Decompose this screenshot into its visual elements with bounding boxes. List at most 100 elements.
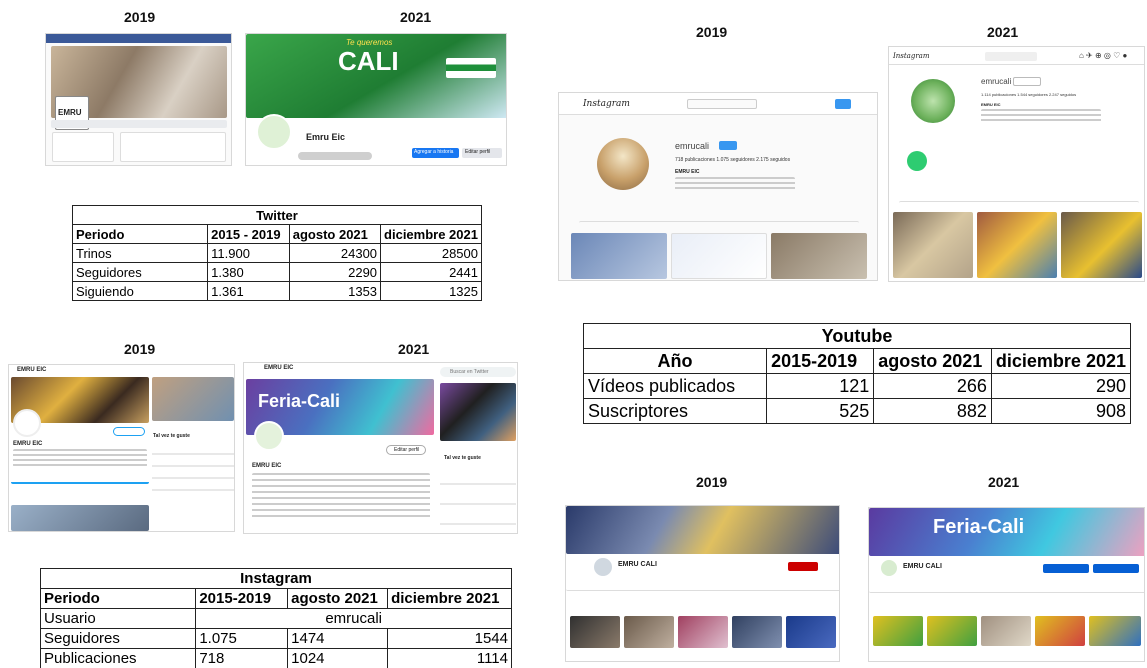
youtube-customize-button[interactable] <box>1043 564 1089 573</box>
table-cell: 2441 <box>380 262 482 282</box>
twitter-2019-suggestions <box>152 443 234 493</box>
table-cell: 1353 <box>288 281 382 301</box>
instagram-2019-tabs <box>579 221 859 229</box>
table-header-cell: 2015-2019 <box>195 588 289 609</box>
instagram-2021-post-2 <box>977 212 1057 278</box>
twitter-2021-search-placeholder: Buscar en Twitter <box>450 369 489 375</box>
instagram-2019-username: emrucali <box>675 141 710 151</box>
twitter-2021-screenshot: EMRU EIC Feria-Cali Editar perfil EMRU E… <box>243 362 518 534</box>
table-cell: 525 <box>766 398 875 424</box>
table-cell: Siguiendo <box>71 281 209 301</box>
table-row: Usuario emrucali <box>39 608 512 629</box>
youtube-manage-button[interactable] <box>1093 564 1139 573</box>
youtube-2021-screenshot: Feria-Cali EMRU CALI <box>868 507 1145 662</box>
youtube-2021-avatar <box>881 560 897 576</box>
table-row: Siguiendo 1.361 1353 1325 <box>71 281 482 301</box>
year-label-facebook-2019: 2019 <box>124 9 156 25</box>
twitter-2021-header-name: EMRU EIC <box>264 365 294 371</box>
instagram-2019-stats: 718 publicaciones 1.075 seguidores 2.175… <box>675 157 791 163</box>
youtube-subscribe-button[interactable] <box>788 562 818 571</box>
table-header-cell: diciembre 2021 <box>380 224 482 244</box>
year-label-youtube-2019: 2019 <box>696 474 728 490</box>
table-header-cell: agosto 2021 <box>288 224 382 244</box>
instagram-2021-brand: Instagram <box>893 52 930 60</box>
edit-profile-button-label: Editar perfil <box>465 149 491 155</box>
table-row: Trinos 11.900 24300 28500 <box>71 243 482 263</box>
add-story-button-label: Agregar a historia <box>414 149 454 155</box>
youtube-2019-video-4 <box>732 616 782 648</box>
cover-flag <box>446 58 496 78</box>
instagram-edit-profile-button[interactable] <box>1013 77 1041 86</box>
twitter-table-header-row: Periodo 2015 - 2019 agosto 2021 diciembr… <box>71 224 482 244</box>
instagram-brand: Instagram <box>583 99 630 109</box>
instagram-2021-bio-lines <box>981 109 1101 123</box>
instagram-login-button[interactable] <box>835 99 851 109</box>
cover-banner-title: CALI <box>338 46 399 76</box>
table-cell: 11.900 <box>207 243 290 263</box>
table-header-cell: Periodo <box>39 588 197 609</box>
twitter-2019-header-name: EMRU EIC <box>17 367 47 373</box>
instagram-2021-stats: 1.114 publicaciones 1.544 seguidores 2.2… <box>981 92 1077 97</box>
twitter-2019-edit-button[interactable] <box>113 427 145 436</box>
instagram-2021-post-3 <box>1061 212 1142 278</box>
table-header-cell: agosto 2021 <box>873 348 992 374</box>
table-cell: 1.075 <box>195 628 289 649</box>
youtube-2019-tabs <box>566 582 839 591</box>
facebook-left-column <box>52 132 114 162</box>
year-label-twitter-2019: 2019 <box>124 341 156 357</box>
youtube-2019-avatar <box>594 558 612 576</box>
instagram-2021-search[interactable] <box>985 52 1037 61</box>
table-cell: 1.380 <box>207 262 290 282</box>
instagram-search-box[interactable] <box>687 99 757 109</box>
twitter-2019-screenshot: EMRU EIC EMRU EIC Tal vez te guste <box>8 364 235 532</box>
twitter-2019-tabs <box>11 477 149 484</box>
instagram-stats-table: Instagram Periodo 2015-2019 agosto 2021 … <box>39 568 512 668</box>
youtube-2019-video-2 <box>624 616 674 648</box>
table-cell: 290 <box>990 373 1132 399</box>
youtube-2019-channel-name: EMRU CALI <box>618 561 657 568</box>
facebook-2021-screenshot: Te queremos CALI Emru Eic Agregar a hist… <box>245 33 507 166</box>
twitter-2021-media-grid <box>440 383 516 441</box>
instagram-2019-post-3 <box>771 233 867 279</box>
youtube-2021-video-3 <box>981 616 1031 646</box>
instagram-2021-post-1 <box>893 212 973 278</box>
instagram-table-header-row: Periodo 2015-2019 agosto 2021 diciembre … <box>39 588 512 609</box>
youtube-2021-video-2 <box>927 616 977 646</box>
table-header-cell: agosto 2021 <box>287 588 389 609</box>
table-header-cell: diciembre 2021 <box>990 348 1132 374</box>
twitter-2019-avatar <box>13 409 41 437</box>
instagram-2021-nav-icons[interactable]: ⌂ ✈ ⊕ ◎ ♡ ● <box>1079 51 1127 60</box>
year-label-youtube-2021: 2021 <box>988 474 1020 490</box>
youtube-2021-tabs <box>869 584 1144 593</box>
twitter-2019-sidebar-photo <box>152 377 234 421</box>
youtube-2019-video-5 <box>786 616 836 648</box>
instagram-2019-bio-name: EMRU EIC <box>675 169 700 175</box>
facebook-tab-strip <box>51 120 227 128</box>
table-cell: 1024 <box>287 648 389 668</box>
youtube-table-header-row: Año 2015-2019 agosto 2021 diciembre 2021 <box>582 348 1132 374</box>
table-row: Suscriptores 525 882 908 <box>582 398 1132 424</box>
table-header-cell: 2015-2019 <box>766 348 875 374</box>
instagram-2019-post-2 <box>671 233 767 279</box>
youtube-2021-banner-text: Feria-Cali <box>933 516 1025 538</box>
table-row: Vídeos publicados 121 266 290 <box>582 373 1132 399</box>
table-cell: 1544 <box>387 628 512 649</box>
table-cell: Seguidores <box>71 262 209 282</box>
instagram-2021-username: emrucali <box>981 77 1012 86</box>
instagram-2021-avatar <box>911 79 955 123</box>
twitter-2019-name: EMRU EIC <box>13 441 43 447</box>
facebook-2021-avatar <box>256 114 292 150</box>
table-cell: 908 <box>990 398 1132 424</box>
twitter-2019-tweet <box>11 505 149 531</box>
year-label-twitter-2021: 2021 <box>398 341 430 357</box>
table-cell: 2290 <box>288 262 382 282</box>
table-header-cell: Año <box>582 348 768 374</box>
year-label-instagram-2019: 2019 <box>696 24 728 40</box>
table-cell: 24300 <box>288 243 382 263</box>
youtube-stats-table: Youtube Año 2015-2019 agosto 2021 diciem… <box>582 323 1132 424</box>
table-cell: 121 <box>766 373 875 399</box>
instagram-follow-button[interactable] <box>719 141 737 150</box>
instagram-2019-screenshot: Instagram emrucali 718 publicaciones 1.0… <box>558 92 878 281</box>
table-cell: 1.361 <box>207 281 290 301</box>
table-row: Publicaciones 718 1024 1114 <box>39 648 512 668</box>
